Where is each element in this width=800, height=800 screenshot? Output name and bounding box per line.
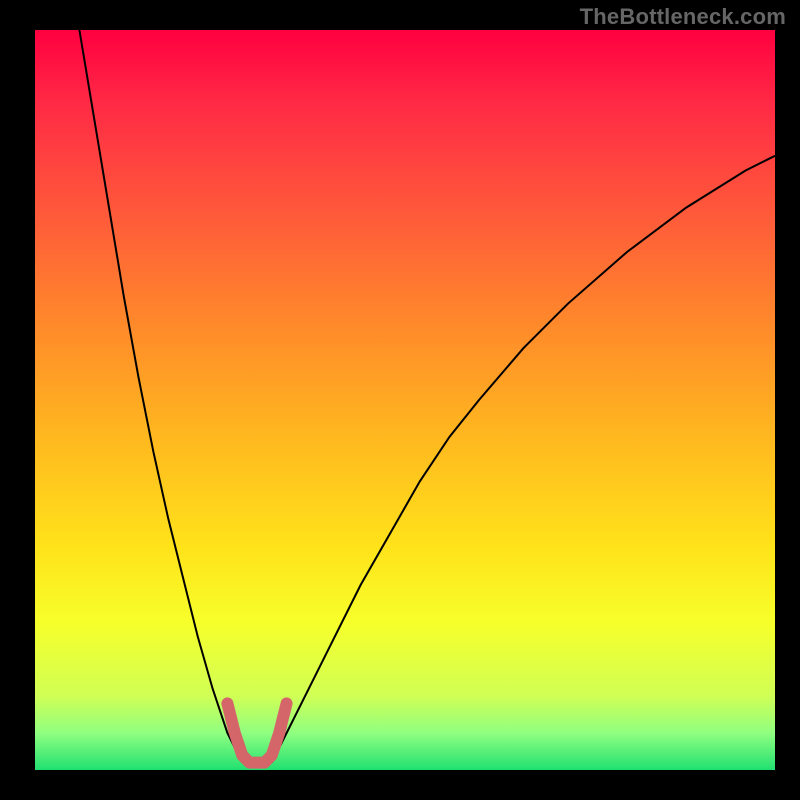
plot-background bbox=[35, 30, 775, 770]
bottleneck-chart bbox=[0, 0, 800, 800]
chart-outer-frame: TheBottleneck.com bbox=[0, 0, 800, 800]
